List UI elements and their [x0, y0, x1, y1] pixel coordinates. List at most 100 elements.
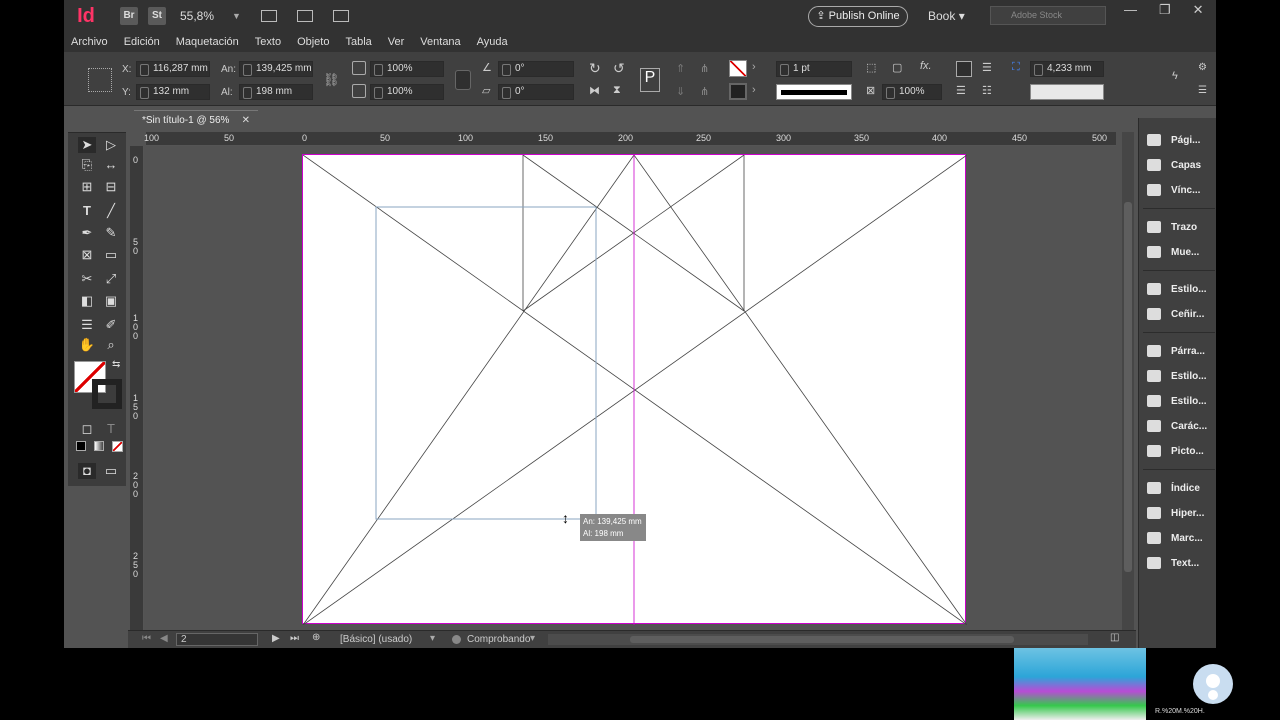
- zoom-tool-icon[interactable]: ⌕: [102, 337, 120, 353]
- link-scale-icon[interactable]: [455, 70, 471, 90]
- page-number-field[interactable]: 2: [176, 633, 258, 646]
- gradient-feather-tool-icon[interactable]: ▣: [102, 293, 120, 309]
- scale-y-field[interactable]: 100%: [370, 84, 444, 100]
- stroke-swatch-icon[interactable]: [729, 83, 747, 100]
- height-field[interactable]: 198 mm: [239, 84, 313, 100]
- hand-tool-icon[interactable]: ✋: [78, 337, 96, 353]
- split-window-icon[interactable]: ◫: [1110, 632, 1119, 643]
- panel-bookmarks[interactable]: Marc...: [1147, 528, 1217, 548]
- free-transform-tool-icon[interactable]: ⤢: [102, 271, 120, 287]
- screen-mode-icon[interactable]: [296, 10, 313, 22]
- view-options-icon[interactable]: [260, 10, 277, 22]
- shear-field[interactable]: 0°: [498, 84, 574, 100]
- eyedropper-tool-icon[interactable]: ✐: [102, 317, 120, 333]
- normal-view-icon[interactable]: ◘: [78, 463, 96, 479]
- rotate-ccw-icon[interactable]: ↺: [613, 60, 625, 77]
- horizontal-scrollbar[interactable]: [548, 634, 1088, 645]
- rotate-cw-icon[interactable]: ↻: [589, 60, 601, 77]
- scroll-thumb[interactable]: [1124, 202, 1132, 572]
- close-icon[interactable]: ✕: [1193, 2, 1204, 18]
- preview-mode-icon[interactable]: ▭: [102, 463, 120, 479]
- panel-character-styles[interactable]: Estilo...: [1147, 391, 1217, 411]
- apply-color-icon[interactable]: [76, 441, 86, 451]
- master-page[interactable]: [Básico] (usado): [340, 634, 412, 645]
- panel-menu-icon[interactable]: ☰: [1198, 85, 1207, 96]
- rotate-field[interactable]: 0°: [498, 61, 574, 77]
- apply-gradient-icon[interactable]: [94, 441, 104, 451]
- master-dropdown-icon[interactable]: ▾: [430, 633, 435, 644]
- workspace-switcher[interactable]: Book ▾: [928, 9, 965, 23]
- align-center-icon[interactable]: ☰: [982, 61, 992, 74]
- pen-tool-icon[interactable]: ✒: [78, 225, 96, 241]
- page-tool-icon[interactable]: ⎘: [78, 157, 96, 173]
- distribute-icon[interactable]: ☷: [982, 84, 992, 97]
- autofit-icon[interactable]: ☰: [956, 84, 966, 97]
- fill-dropdown-icon[interactable]: ›: [752, 61, 766, 75]
- fill-swatch-icon[interactable]: [729, 60, 747, 77]
- panel-text-variables[interactable]: Text...: [1147, 553, 1217, 573]
- flip-horizontal-icon[interactable]: ⧓: [589, 84, 600, 97]
- select-content-icon[interactable]: ⇓: [676, 85, 685, 98]
- next-page-icon[interactable]: ▶: [272, 633, 280, 644]
- select-previous-icon[interactable]: ⋔: [700, 62, 709, 75]
- apply-none-icon[interactable]: [112, 441, 123, 452]
- menu-edicion[interactable]: Edición: [124, 36, 160, 48]
- x-field[interactable]: 116,287 mm: [136, 61, 210, 77]
- close-tab-icon[interactable]: ✕: [242, 111, 250, 130]
- panel-index[interactable]: Índice: [1147, 478, 1217, 498]
- panel-paragraph[interactable]: Párra...: [1147, 341, 1217, 361]
- gap-field[interactable]: 4,233 mm: [1030, 61, 1104, 77]
- pencil-tool-icon[interactable]: ✎: [102, 225, 120, 241]
- menu-tabla[interactable]: Tabla: [345, 36, 371, 48]
- h-scroll-thumb[interactable]: [630, 636, 1014, 643]
- reference-point-icon[interactable]: [88, 68, 112, 92]
- open-page-icon[interactable]: ⊕: [312, 632, 320, 643]
- quick-apply-icon[interactable]: ϟ: [1172, 70, 1178, 82]
- panel-object-styles[interactable]: Estilo...: [1147, 279, 1217, 299]
- menu-ventana[interactable]: Ventana: [420, 36, 460, 48]
- menu-ayuda[interactable]: Ayuda: [477, 36, 508, 48]
- content-placer-icon[interactable]: ⊟: [102, 179, 120, 195]
- opacity-field[interactable]: 100%: [882, 84, 942, 100]
- document-tab[interactable]: *Sin título-1 @ 56% ✕: [134, 110, 258, 130]
- zoom-level[interactable]: 55,8%: [180, 9, 214, 23]
- arrange-documents-icon[interactable]: [332, 10, 349, 22]
- width-field[interactable]: 139,425 mm: [239, 61, 313, 77]
- align-left-icon[interactable]: [956, 61, 972, 77]
- panel-swatches[interactable]: Mue...: [1147, 242, 1217, 262]
- panel-hyperlinks[interactable]: Hiper...: [1147, 503, 1217, 523]
- menu-texto[interactable]: Texto: [255, 36, 281, 48]
- adobe-stock-search[interactable]: Adobe Stock: [990, 6, 1106, 25]
- stroke-color-swatch-icon[interactable]: [92, 379, 122, 409]
- stroke-dropdown-icon[interactable]: ›: [752, 84, 766, 98]
- menu-ver[interactable]: Ver: [388, 36, 405, 48]
- stroke-weight-field[interactable]: 1 pt: [776, 61, 852, 77]
- stock-button[interactable]: St: [148, 7, 166, 25]
- panel-stroke[interactable]: Trazo: [1147, 217, 1217, 237]
- select-container-icon[interactable]: ⇑: [676, 62, 685, 75]
- menu-maquetacion[interactable]: Maquetación: [176, 36, 239, 48]
- direct-selection-tool-icon[interactable]: ▷: [102, 137, 120, 153]
- panel-text-wrap[interactable]: Ceñir...: [1147, 304, 1217, 324]
- y-field[interactable]: 132 mm: [136, 84, 210, 100]
- prev-page-icon[interactable]: ◀: [160, 633, 168, 644]
- preflight-status[interactable]: Comprobando: [467, 634, 530, 645]
- gap-tool-icon[interactable]: ↔: [102, 157, 120, 173]
- gradient-tool-icon[interactable]: ◧: [78, 293, 96, 309]
- scale-x-field[interactable]: 100%: [370, 61, 444, 77]
- type-tool-icon[interactable]: T: [78, 203, 96, 219]
- vertical-scrollbar[interactable]: [1122, 132, 1134, 630]
- panel-settings-icon[interactable]: ⚙: [1198, 62, 1207, 73]
- document-page[interactable]: [302, 154, 967, 625]
- selection-tool-icon[interactable]: ➤: [78, 137, 96, 153]
- zoom-dropdown-icon[interactable]: ▼: [232, 11, 241, 21]
- rectangle-frame-tool-icon[interactable]: ⊠: [78, 247, 96, 263]
- preflight-dropdown-icon[interactable]: ▾: [530, 633, 535, 644]
- panel-links[interactable]: Vínc...: [1147, 180, 1217, 200]
- content-collector-icon[interactable]: ⊞: [78, 179, 96, 195]
- panel-character[interactable]: Carác...: [1147, 416, 1217, 436]
- stroke-type-dropdown[interactable]: [776, 84, 852, 100]
- restore-icon[interactable]: ❐: [1159, 2, 1171, 18]
- menu-objeto[interactable]: Objeto: [297, 36, 329, 48]
- menu-archivo[interactable]: Archivo: [71, 36, 108, 48]
